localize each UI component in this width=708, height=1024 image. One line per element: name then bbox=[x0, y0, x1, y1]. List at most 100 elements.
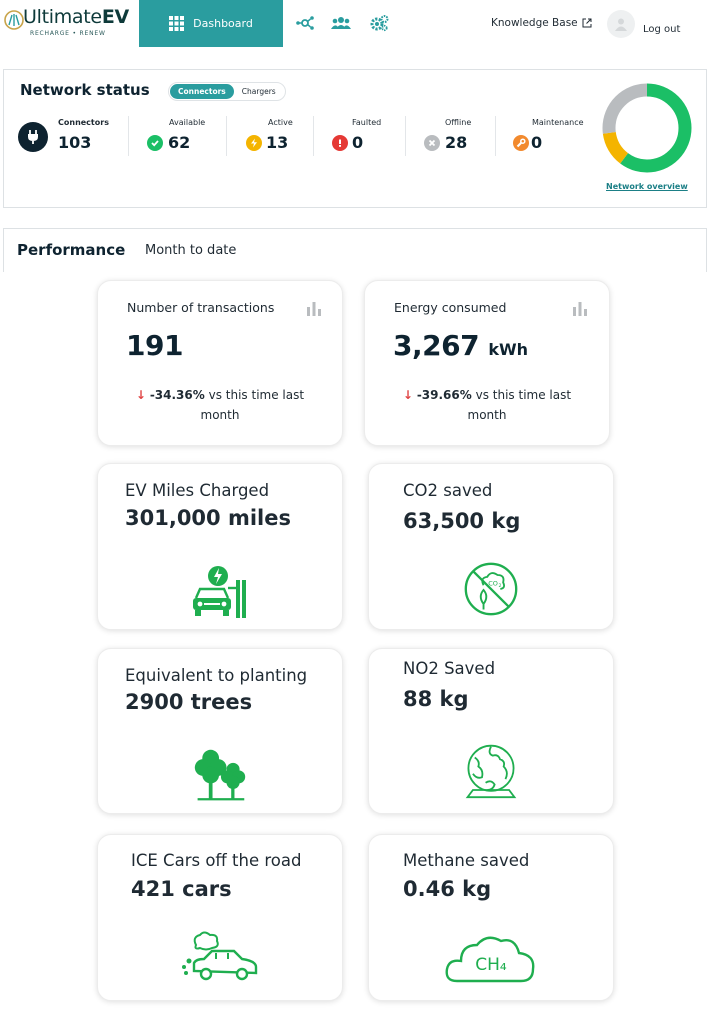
check-icon bbox=[147, 135, 163, 151]
brand-logo[interactable]: UltimateEV RECHARGE • RENEW bbox=[3, 6, 137, 40]
impact-miles-label: EV Miles Charged bbox=[125, 481, 270, 500]
transactions-delta: ↓ -34.36% vs this time last month bbox=[98, 385, 342, 425]
impact-cars-label: ICE Cars off the road bbox=[131, 851, 302, 870]
toggle-chargers[interactable]: Chargers bbox=[234, 84, 284, 99]
stat-divider bbox=[128, 116, 129, 156]
no-co2-icon: CO 2 bbox=[464, 562, 518, 616]
arrow-down-icon: ↓ bbox=[135, 388, 146, 402]
knowledge-base-label: Knowledge Base bbox=[491, 17, 578, 29]
impact-card-miles: EV Miles Charged 301,000 miles bbox=[97, 463, 343, 630]
stat-offline: Offline 28 bbox=[422, 118, 492, 158]
stat-available-value: 62 bbox=[168, 133, 191, 152]
stat-available: Available 62 bbox=[144, 118, 224, 158]
energy-delta-text: vs this time last bbox=[475, 388, 572, 402]
stat-available-label: Available bbox=[169, 118, 206, 127]
energy-value: 3,267 kWh bbox=[393, 329, 528, 362]
impact-card-no2: NO2 Saved 88 kg bbox=[368, 648, 614, 814]
exclamation-icon bbox=[332, 135, 348, 151]
bar-chart-icon[interactable] bbox=[572, 302, 588, 316]
toggle-connectors[interactable]: Connectors bbox=[170, 84, 234, 99]
energy-number: 3,267 bbox=[393, 329, 480, 362]
top-navigation-bar: UltimateEV RECHARGE • RENEW Dashboard Kn… bbox=[0, 0, 708, 47]
knowledge-base-link[interactable]: Knowledge Base bbox=[491, 17, 592, 29]
transactions-card: Number of transactions 191 ↓ -34.36% vs … bbox=[97, 280, 343, 446]
impact-card-trees: Equivalent to planting 2900 trees bbox=[97, 648, 343, 814]
x-icon bbox=[424, 135, 440, 151]
stat-maintenance-label: Maintenance bbox=[532, 118, 584, 127]
nav-users-button[interactable] bbox=[330, 13, 352, 33]
external-link-icon bbox=[582, 18, 592, 28]
logo-tagline: RECHARGE • RENEW bbox=[30, 30, 106, 37]
network-overview-link[interactable]: Network overview bbox=[606, 182, 688, 191]
trees-icon bbox=[194, 749, 246, 801]
impact-methane-label: Methane saved bbox=[403, 851, 530, 870]
users-icon bbox=[331, 17, 351, 29]
plug-icon bbox=[18, 122, 48, 152]
stat-maintenance-value: 0 bbox=[531, 133, 543, 152]
ev-charging-car-icon bbox=[193, 566, 246, 618]
nav-network-button[interactable] bbox=[294, 13, 316, 33]
energy-delta-text-2: month bbox=[467, 408, 507, 422]
nav-settings-button[interactable] bbox=[368, 13, 390, 33]
impact-trees-value: 2900 trees bbox=[125, 690, 253, 714]
stat-divider bbox=[495, 116, 496, 156]
network-icon bbox=[296, 16, 314, 30]
impact-co2-label: CO2 saved bbox=[403, 481, 493, 500]
nav-dashboard-label: Dashboard bbox=[193, 17, 253, 30]
performance-title: Performance bbox=[17, 241, 126, 259]
impact-cars-value: 421 cars bbox=[131, 877, 232, 901]
energy-delta-pct: -39.66% bbox=[416, 388, 472, 402]
bar-chart-icon[interactable] bbox=[306, 302, 322, 316]
user-avatar[interactable] bbox=[607, 10, 635, 38]
lightning-icon bbox=[246, 135, 262, 151]
energy-label: Energy consumed bbox=[394, 300, 507, 315]
stat-connectors-label: Connectors bbox=[58, 118, 109, 127]
exhaust-car-icon bbox=[182, 931, 258, 981]
impact-miles-value: 301,000 miles bbox=[125, 506, 291, 530]
stat-active: Active 13 bbox=[244, 118, 314, 158]
wrench-icon bbox=[513, 135, 529, 151]
logo-text: UltimateEV bbox=[23, 6, 129, 28]
transactions-delta-text: vs this time last bbox=[208, 388, 305, 402]
logout-link[interactable]: Log out bbox=[643, 24, 680, 35]
connectors-chargers-toggle: Connectors Chargers bbox=[168, 82, 286, 101]
performance-period: Month to date bbox=[145, 243, 237, 258]
transactions-delta-pct: -34.36% bbox=[149, 388, 205, 402]
network-donut-chart[interactable] bbox=[601, 82, 693, 174]
stat-faulted-value: 0 bbox=[352, 133, 364, 152]
stat-faulted-label: Faulted bbox=[352, 118, 382, 127]
impact-co2-value: 63,500 kg bbox=[403, 509, 521, 533]
stat-offline-value: 28 bbox=[445, 133, 468, 152]
stat-offline-label: Offline bbox=[445, 118, 472, 127]
stat-divider bbox=[313, 116, 314, 156]
impact-card-methane: Methane saved 0.46 kg CH₄ bbox=[368, 834, 614, 1001]
nav-dashboard-tab[interactable]: Dashboard bbox=[139, 0, 283, 47]
stat-faulted: Faulted 0 bbox=[330, 118, 400, 158]
stat-connectors: Connectors 103 bbox=[18, 118, 118, 158]
arrow-down-icon: ↓ bbox=[402, 388, 413, 402]
impact-card-cars: ICE Cars off the road 421 cars bbox=[97, 834, 343, 1001]
grid-icon bbox=[169, 16, 185, 31]
transactions-delta-text-2: month bbox=[200, 408, 240, 422]
stat-divider bbox=[226, 116, 227, 156]
svg-text:CO: CO bbox=[488, 579, 498, 587]
transactions-label: Number of transactions bbox=[127, 300, 275, 315]
impact-card-co2: CO2 saved 63,500 kg CO 2 bbox=[368, 463, 614, 630]
ch4-label: CH₄ bbox=[475, 955, 507, 975]
performance-header: Performance Month to date bbox=[3, 228, 707, 272]
transactions-value: 191 bbox=[126, 329, 183, 362]
energy-unit: kWh bbox=[488, 340, 529, 359]
impact-trees-label: Equivalent to planting bbox=[125, 666, 308, 685]
svg-text:2: 2 bbox=[498, 583, 501, 589]
impact-methane-value: 0.46 kg bbox=[403, 877, 492, 901]
stat-active-value: 13 bbox=[266, 133, 289, 152]
stat-divider bbox=[405, 116, 406, 156]
ch4-cloud-icon: CH₄ bbox=[443, 931, 539, 987]
energy-card: Energy consumed 3,267 kWh ↓ -39.66% vs t… bbox=[364, 280, 610, 446]
network-status-panel: Network status Connectors Chargers Conne… bbox=[3, 69, 707, 208]
impact-no2-label: NO2 Saved bbox=[403, 659, 496, 678]
network-status-title: Network status bbox=[20, 81, 150, 99]
user-icon bbox=[615, 18, 627, 31]
stat-active-label: Active bbox=[268, 118, 293, 127]
stat-maintenance: Maintenance 0 bbox=[510, 118, 600, 158]
